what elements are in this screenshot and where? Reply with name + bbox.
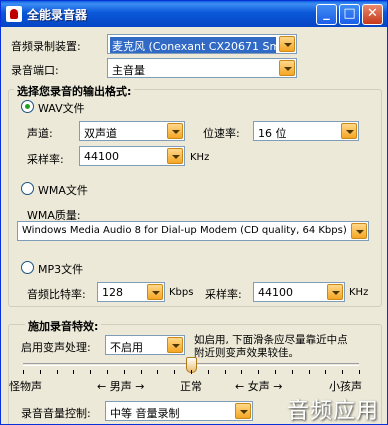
chevron-down-icon[interactable] — [147, 284, 163, 300]
wav-samplerate-value: 44100 — [84, 150, 119, 163]
slider-tick — [123, 370, 125, 374]
slider-tick — [174, 370, 176, 374]
bitrate-label: 位速率: — [203, 127, 240, 140]
minimize-button[interactable]: _ — [316, 4, 337, 25]
wav-label[interactable]: WAV文件 — [38, 100, 85, 116]
volume-select[interactable]: 中等 音量录制 — [105, 401, 253, 421]
mp3-bitrate-unit: Kbps — [169, 287, 194, 298]
app-icon — [6, 6, 22, 22]
channel-label: 声道: — [27, 127, 53, 140]
mp3-bitrate-value: 128 — [102, 286, 123, 299]
slider-tick — [73, 370, 75, 374]
slider-tick — [140, 370, 142, 374]
slider-tick — [275, 370, 276, 374]
scale-normal-label: 正常 — [180, 380, 202, 393]
slider-tick — [325, 370, 327, 374]
close-button[interactable]: ✕ — [362, 4, 383, 25]
wav-samplerate-label: 采样率: — [27, 153, 64, 166]
wma-radio[interactable] — [21, 182, 34, 195]
recorder-window: 全能录音器 _ □ ✕ 音频录制装置: 麦克风 (Conexant CX2067… — [0, 0, 388, 425]
wma-quality-select[interactable]: Windows Media Audio 8 for Dial-up Modem … — [17, 221, 369, 241]
mp3-samplerate-value: 44100 — [258, 286, 293, 299]
wav-samplerate-unit: KHz — [190, 152, 210, 163]
mp3-samplerate-select[interactable]: 44100 — [253, 282, 345, 302]
voice-hint-line2: 附近则变声效果较佳。 — [194, 347, 299, 359]
scale-male-label: ← 男声 → — [97, 380, 145, 393]
slider-tick — [39, 370, 41, 374]
volume-value: 中等 音量录制 — [110, 407, 180, 420]
slider-tick — [241, 370, 243, 374]
chevron-down-icon[interactable] — [279, 60, 295, 76]
chevron-down-icon[interactable] — [167, 337, 183, 353]
slider-tick — [224, 370, 226, 374]
scale-kid-label: 小孩声 — [329, 380, 362, 393]
slider-tick — [107, 370, 108, 374]
bitdepth-value: 16 位 — [258, 127, 287, 140]
slider-tick — [90, 370, 92, 374]
effects-title: 施加录音特效: — [25, 318, 102, 334]
slider-tick — [56, 370, 58, 374]
slider-tick — [258, 370, 260, 374]
slider-tick — [308, 370, 310, 374]
slider-tick — [359, 370, 360, 374]
channel-value: 双声道 — [84, 127, 117, 140]
port-label: 录音端口: — [11, 64, 59, 77]
volume-label: 录音音量控制: — [21, 407, 91, 420]
mp3-radio[interactable] — [21, 261, 34, 274]
mp3-label[interactable]: MP3文件 — [38, 261, 83, 277]
chevron-down-icon[interactable] — [351, 223, 367, 239]
slider-tick — [291, 370, 293, 374]
device-select[interactable]: 麦克风 (Conexant CX20671 SmartAu — [107, 34, 297, 54]
device-value: 麦克风 (Conexant CX20671 SmartAu — [110, 37, 276, 53]
voice-change-value: 不启用 — [110, 341, 143, 354]
title-bar[interactable]: 全能录音器 _ □ ✕ — [1, 1, 387, 27]
mp3-samplerate-unit: KHz — [349, 287, 369, 298]
scale-female-label: ← 女声 → — [235, 380, 283, 393]
voice-change-select[interactable]: 不启用 — [105, 335, 185, 355]
slider-tick — [157, 370, 159, 374]
chevron-down-icon[interactable] — [279, 36, 295, 52]
device-label: 音频录制装置: — [11, 40, 81, 53]
bitdepth-select[interactable]: 16 位 — [253, 121, 359, 141]
output-format-title: 选择您录音的输出格式: — [14, 83, 135, 99]
scale-monster-label: 怪物声 — [9, 380, 42, 393]
slider-tick — [207, 370, 209, 374]
chevron-down-icon[interactable] — [327, 284, 343, 300]
slider-tick — [191, 370, 192, 374]
wma-quality-value: Windows Media Audio 8 for Dial-up Modem … — [22, 225, 347, 236]
wma-label[interactable]: WMA文件 — [38, 182, 88, 198]
maximize-button[interactable]: □ — [339, 4, 360, 25]
channel-select[interactable]: 双声道 — [79, 121, 185, 141]
port-value: 主音量 — [112, 64, 145, 77]
chevron-down-icon[interactable] — [341, 123, 357, 139]
wav-radio[interactable] — [21, 100, 34, 113]
mp3-samplerate-label: 采样率: — [205, 288, 242, 301]
slider-tick — [23, 370, 24, 374]
chevron-down-icon[interactable] — [167, 123, 183, 139]
mp3-bitrate-label: 音频比特率: — [27, 288, 86, 301]
slider-tick — [342, 370, 344, 374]
voice-change-label: 启用变声处理: — [21, 341, 91, 354]
wav-samplerate-select[interactable]: 44100 — [79, 146, 185, 166]
watermark: 音频应用 — [286, 399, 379, 424]
port-select[interactable]: 主音量 — [107, 58, 297, 78]
mp3-bitrate-select[interactable]: 128 — [97, 282, 165, 302]
chevron-down-icon[interactable] — [235, 403, 251, 419]
chevron-down-icon[interactable] — [167, 148, 183, 164]
window-title: 全能录音器 — [27, 8, 88, 22]
